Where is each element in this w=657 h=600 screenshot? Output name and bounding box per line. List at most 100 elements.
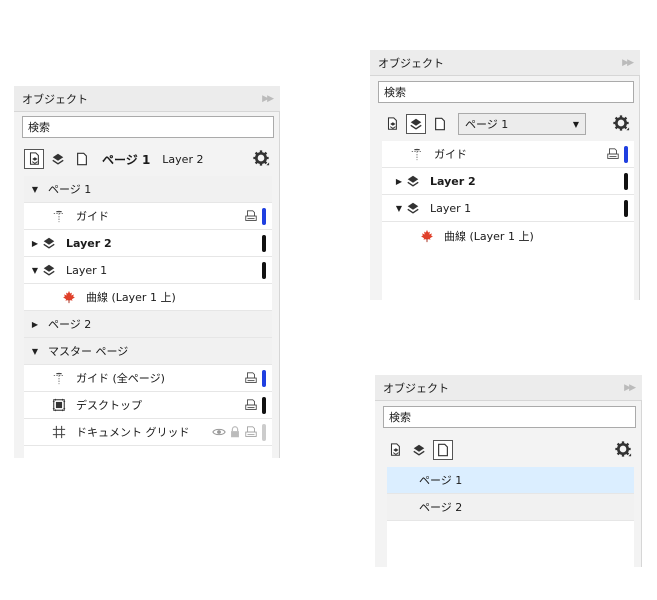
layer-color-bar[interactable] [262,234,266,252]
tree-row-layer2[interactable]: ▶ Layer 2 [382,168,634,195]
page-layer-icon [27,152,41,166]
page-icon [433,117,447,131]
layer-view-button[interactable] [48,149,68,169]
layer-color-bar[interactable] [262,369,266,387]
page-view-button[interactable] [430,114,450,134]
page-icon [75,152,89,166]
options-button[interactable] [614,440,634,460]
page-layer-view-button[interactable] [382,114,402,134]
panel-titlebar: オブジェクト ▶▶ [375,375,642,401]
lock-icon[interactable] [228,425,242,439]
panel-edge [641,375,642,567]
maple-leaf-icon [62,290,76,304]
tree-row-master[interactable]: ▼ マスター ページ [24,338,272,365]
page-select-value: ページ 1 [465,118,509,131]
page-icon [436,443,450,457]
tree-row-guide[interactable]: ガイド [382,141,634,168]
objects-panel-a: オブジェクト ▶▶ 検索 ページ 1 Layer 2 ▼ ページ 1 ガイド ▶… [14,86,280,458]
print-icon[interactable] [244,398,258,412]
page-layer-view-button[interactable] [385,440,405,460]
eye-icon[interactable] [212,425,226,439]
layers-icon [42,263,56,277]
layer-view-button[interactable] [409,440,429,460]
expand-triangle-icon[interactable]: ▶ [30,320,40,329]
layer-color-bar[interactable] [262,261,266,279]
current-layer-label: Layer 2 [162,152,204,166]
tree-row-layer1[interactable]: ▼ Layer 1 [24,257,272,284]
tree-row-guide[interactable]: ガイド [24,203,272,230]
layer-color-bar[interactable] [262,396,266,414]
panel-title: オブジェクト [383,381,449,395]
search-placeholder: 検索 [384,86,406,99]
tree-row-curve[interactable]: 曲線 (Layer 1 上) [382,222,634,249]
search-input[interactable]: 検索 [383,406,636,428]
guide-all-label: ガイド (全ページ) [76,372,165,385]
layers-icon [406,201,420,215]
layer-view-button[interactable] [406,114,426,134]
layer-color-bar[interactable] [262,423,266,441]
page-label: ページ 2 [419,501,463,514]
gear-icon [614,440,632,458]
expand-triangle-icon[interactable]: ▶ [394,177,404,186]
page-view-button[interactable] [72,149,92,169]
current-page-label: ページ 1 [102,152,151,167]
print-icon[interactable] [244,371,258,385]
layer-label: Layer 2 [430,174,476,188]
guide-icon [52,209,66,223]
page-layer-icon [385,117,399,131]
page-list: ページ 1 ページ 2 [387,467,634,567]
print-icon[interactable] [244,209,258,223]
page-list-item[interactable]: ページ 2 [387,494,634,521]
tree-row-curve[interactable]: 曲線 (Layer 1 上) [24,284,272,311]
tree-row-page1[interactable]: ▼ ページ 1 [24,176,272,203]
layer-color-bar[interactable] [624,172,628,190]
layer-color-bar[interactable] [624,199,628,217]
layers-icon [412,443,426,457]
master-page-label: マスター ページ [48,345,129,358]
tree-row-layer2[interactable]: ▶ Layer 2 [24,230,272,257]
page-select[interactable]: ページ 1 ▼ [458,113,586,135]
page-label: ページ 2 [48,318,92,331]
tree-row-guide-all[interactable]: ガイド (全ページ) [24,365,272,392]
guide-label: ガイド [434,148,467,161]
print-icon[interactable] [244,425,258,439]
tree-row-desktop[interactable]: デスクトップ [24,392,272,419]
collapse-triangle-icon[interactable]: ▼ [30,266,40,275]
options-button[interactable] [612,114,632,134]
panel-title: オブジェクト [378,56,444,70]
layers-icon [409,117,423,131]
grid-icon [52,425,66,439]
options-button[interactable] [252,149,272,169]
expand-triangle-icon[interactable]: ▶ [30,239,40,248]
expand-icon[interactable]: ▶▶ [622,58,634,68]
collapse-triangle-icon[interactable]: ▼ [394,204,404,213]
tree-row-doc-grid[interactable]: ドキュメント グリッド [24,419,272,446]
guide-icon [52,371,66,385]
search-input[interactable]: 検索 [378,81,634,103]
expand-icon[interactable]: ▶▶ [624,383,636,393]
objects-panel-b: オブジェクト ▶▶ 検索 ページ 1 ▼ ガイド ▶ Layer 2 ▼ Lay… [370,50,640,300]
panel-titlebar: オブジェクト ▶▶ [370,50,640,76]
panel-toolbar [385,437,636,463]
page-view-button[interactable] [433,440,453,460]
panel-edge [639,50,640,300]
desktop-label: デスクトップ [76,399,142,412]
collapse-triangle-icon[interactable]: ▼ [30,185,40,194]
layer-color-bar[interactable] [624,145,628,163]
object-tree: ▼ ページ 1 ガイド ▶ Layer 2 ▼ Layer 1 曲線 (Laye… [24,176,272,458]
tree-row-page2[interactable]: ▶ ページ 2 [24,311,272,338]
page-list-item[interactable]: ページ 1 [387,467,634,494]
layer-color-bar[interactable] [262,207,266,225]
panel-toolbar: ページ 1 ▼ [382,111,634,137]
print-icon[interactable] [606,147,620,161]
collapse-triangle-icon[interactable]: ▼ [30,347,40,356]
page-layer-view-button[interactable] [24,149,44,169]
layer-label: Layer 2 [66,236,112,250]
page-label: ページ 1 [48,183,92,196]
expand-icon[interactable]: ▶▶ [262,94,274,104]
layers-icon [51,152,65,166]
tree-row-layer1[interactable]: ▼ Layer 1 [382,195,634,222]
search-input[interactable]: 検索 [22,116,274,138]
layer-label: Layer 1 [66,263,108,277]
guide-label: ガイド [76,210,109,223]
